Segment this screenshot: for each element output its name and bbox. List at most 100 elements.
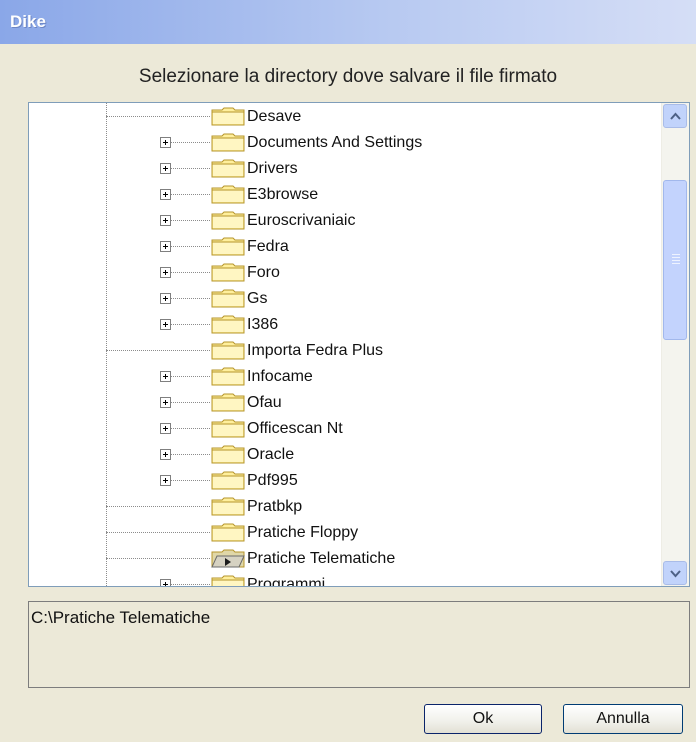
vertical-scrollbar[interactable] (661, 103, 689, 586)
folder-icon (211, 263, 245, 282)
tree-connector-line (166, 142, 210, 143)
window-title: Dike (10, 12, 46, 31)
expand-plus-icon[interactable] (160, 267, 171, 278)
folder-icon (211, 445, 245, 464)
tree-connector-line (166, 480, 210, 481)
tree-connector-line (166, 428, 210, 429)
tree-item[interactable]: Oracle (29, 442, 662, 468)
folder-icon (211, 107, 245, 126)
expand-plus-icon[interactable] (160, 215, 171, 226)
cancel-button[interactable]: Annulla (563, 704, 683, 734)
tree-item[interactable]: Ofau (29, 390, 662, 416)
folder-icon (211, 159, 245, 178)
tree-connector-line (106, 532, 210, 533)
expand-plus-icon[interactable] (160, 189, 171, 200)
tree-item[interactable]: Pdf995 (29, 468, 662, 494)
tree-item-label: Documents And Settings (247, 134, 423, 151)
tree-connector-line (166, 324, 210, 325)
expand-plus-icon[interactable] (160, 423, 171, 434)
grip-line (672, 254, 680, 255)
tree-item-label: Pratiche Floppy (247, 524, 359, 541)
chevron-up-icon (670, 112, 681, 120)
tree-item-label: I386 (247, 316, 279, 333)
title-bar[interactable]: Dike (0, 0, 696, 44)
folder-icon (211, 237, 245, 256)
folder-icon (211, 393, 245, 412)
tree-item-label: Gs (247, 290, 268, 307)
tree-connector-line (166, 194, 210, 195)
tree-item-label: E3browse (247, 186, 319, 203)
tree-item-label: Officescan Nt (247, 420, 343, 437)
expand-plus-icon[interactable] (160, 293, 171, 304)
selected-path-field: C:\Pratiche Telematiche (28, 601, 690, 688)
expand-plus-icon[interactable] (160, 163, 171, 174)
folder-icon (211, 419, 245, 438)
expand-plus-icon[interactable] (160, 397, 171, 408)
tree-connector-line (166, 220, 210, 221)
instruction-text: Selezionare la directory dove salvare il… (138, 66, 558, 87)
tree-item[interactable]: Pratiche Floppy (29, 520, 662, 546)
expand-plus-icon[interactable] (160, 449, 171, 460)
tree-item-label: Infocame (247, 368, 313, 385)
tree-connector-line (166, 402, 210, 403)
folder-icon (211, 211, 245, 230)
tree-item-label: Oracle (247, 446, 295, 463)
expand-plus-icon[interactable] (160, 137, 171, 148)
tree-item-label: Pdf995 (247, 472, 298, 489)
tree-connector-line (166, 246, 210, 247)
chevron-down-icon (670, 570, 681, 578)
tree-item-label: Desave (247, 108, 302, 125)
folder-icon (211, 471, 245, 490)
tree-item[interactable]: Officescan Nt (29, 416, 662, 442)
tree-connector-line (166, 298, 210, 299)
scroll-down-button[interactable] (663, 561, 687, 585)
expand-plus-icon[interactable] (160, 579, 171, 586)
tree-item[interactable]: Importa Fedra Plus (29, 338, 662, 364)
tree-connector-line (106, 506, 210, 507)
tree-item[interactable]: Pratiche Telematiche (29, 546, 662, 572)
tree-item-label: Fedra (247, 238, 289, 255)
tree-connector-line (106, 116, 210, 117)
tree-item[interactable]: Desave (29, 104, 662, 130)
folder-open-icon (211, 549, 245, 568)
directory-tree[interactable]: Desave Documents And Settings Drivers E3bro… (28, 102, 690, 587)
directory-tree-list: Desave Documents And Settings Drivers E3bro… (29, 103, 662, 586)
grip-line (672, 263, 680, 264)
tree-connector-line (166, 584, 210, 585)
cancel-button-label: Annulla (596, 710, 650, 727)
grip-line (672, 257, 680, 258)
folder-icon (211, 289, 245, 308)
ok-button[interactable]: Ok (424, 704, 542, 734)
tree-connector-line (166, 454, 210, 455)
tree-item[interactable]: I386 (29, 312, 662, 338)
scroll-up-button[interactable] (663, 104, 687, 128)
tree-item[interactable]: Infocame (29, 364, 662, 390)
tree-item-label: Pratiche Telematiche (247, 550, 396, 567)
tree-item[interactable]: Foro (29, 260, 662, 286)
tree-connector-line (166, 376, 210, 377)
expand-plus-icon[interactable] (160, 319, 171, 330)
tree-item[interactable]: Drivers (29, 156, 662, 182)
expand-plus-icon[interactable] (160, 371, 171, 382)
tree-item-label: Drivers (247, 160, 298, 177)
tree-item-label: Ofau (247, 394, 282, 411)
tree-item[interactable]: Gs (29, 286, 662, 312)
tree-item[interactable]: Programmi (29, 572, 662, 586)
folder-icon (211, 575, 245, 586)
folder-icon (211, 367, 245, 386)
tree-connector-line (166, 272, 210, 273)
folder-icon (211, 133, 245, 152)
tree-item[interactable]: Fedra (29, 234, 662, 260)
tree-item-label: Euroscrivaniaic (247, 212, 356, 229)
tree-item-label: Pratbkp (247, 498, 303, 515)
folder-icon (211, 341, 245, 360)
tree-item-label: Foro (247, 264, 280, 281)
expand-plus-icon[interactable] (160, 241, 171, 252)
tree-item[interactable]: Pratbkp (29, 494, 662, 520)
scroll-thumb[interactable] (663, 180, 687, 340)
folder-icon (211, 497, 245, 516)
tree-item[interactable]: Documents And Settings (29, 130, 662, 156)
expand-plus-icon[interactable] (160, 475, 171, 486)
tree-item[interactable]: Euroscrivaniaic (29, 208, 662, 234)
tree-item[interactable]: E3browse (29, 182, 662, 208)
